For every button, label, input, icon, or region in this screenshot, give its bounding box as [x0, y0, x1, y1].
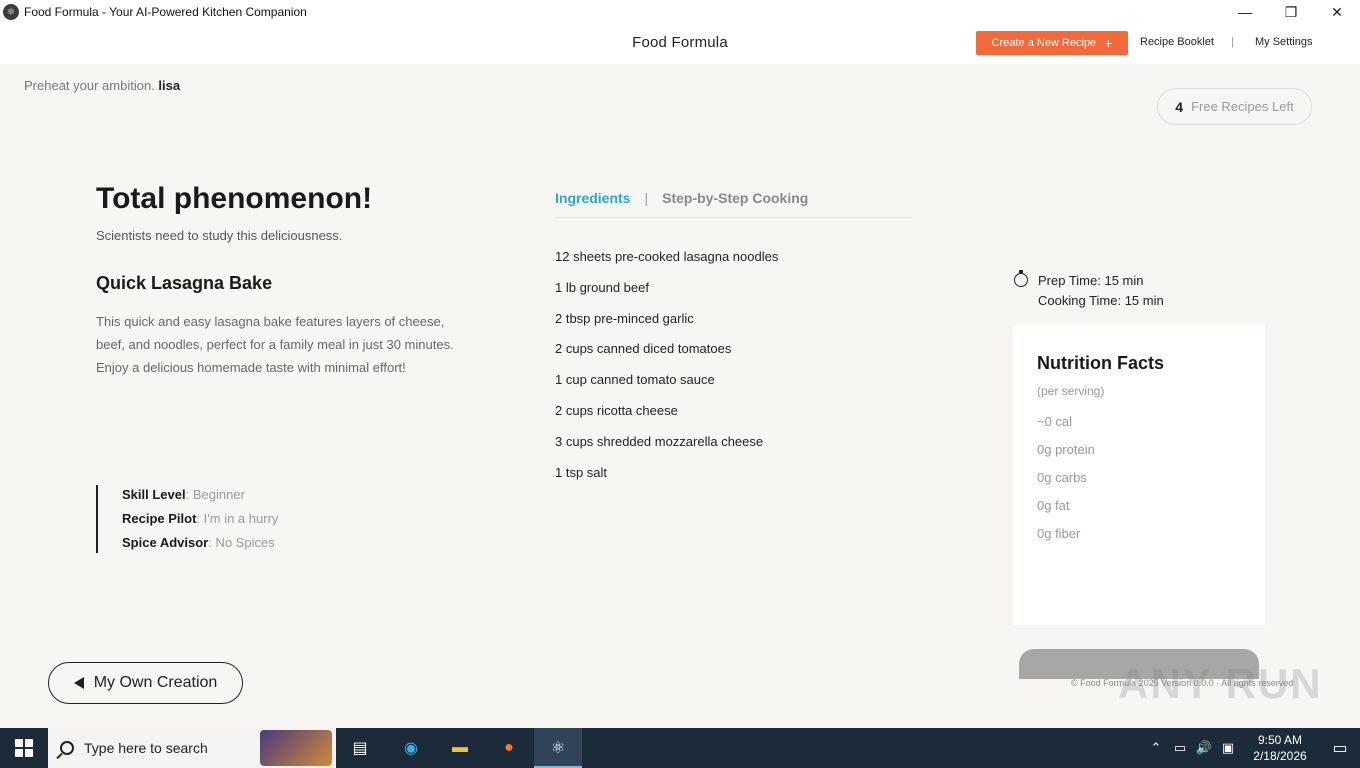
meta-value: Beginner	[192, 487, 245, 502]
search-icon	[60, 741, 74, 755]
result-subline: Scientists need to study this deliciousn…	[96, 228, 343, 243]
list-item: 1 lb ground beef	[555, 279, 649, 295]
recipe-booklet-link[interactable]: Recipe Booklet	[1140, 36, 1214, 48]
meta-value: No Spices	[215, 535, 275, 550]
meta-spice-advisor: Spice Advisor: No Spices	[122, 535, 275, 550]
my-own-creation-button[interactable]: My Own Creation	[48, 662, 243, 704]
network-icon[interactable]: ▣	[1216, 740, 1240, 756]
nav-separator: |	[1231, 36, 1234, 48]
nutrition-list: ~0 cal 0g protein 0g carbs 0g fat 0g fib…	[1037, 414, 1241, 554]
free-recipes-label: Free Recipes Left	[1191, 99, 1294, 114]
my-settings-link[interactable]: My Settings	[1255, 36, 1312, 48]
list-item: 0g carbs	[1037, 470, 1087, 485]
my-own-creation-label: My Own Creation	[93, 674, 218, 691]
system-tray: ⌃ ▭ 🔊 ▣ 9:50 AM 2/18/2026 ▭	[1144, 728, 1360, 768]
list-item: 0g fiber	[1037, 526, 1081, 541]
timer-icon	[1014, 270, 1028, 287]
window-controls: — ❐ ✕	[1222, 0, 1360, 24]
list-item: 1 cup canned tomato sauce	[555, 372, 715, 388]
create-recipe-button[interactable]: Create a New Recipe +	[976, 31, 1128, 55]
greeting-text: Preheat your ambition.	[24, 78, 155, 93]
create-recipe-label: Create a New Recipe	[991, 37, 1097, 49]
recipe-tabs: Ingredients | Step-by-Step Cooking	[555, 190, 912, 218]
tab-ingredients[interactable]: Ingredients	[555, 190, 630, 217]
start-button[interactable]	[0, 728, 48, 768]
list-item: 0g protein	[1037, 442, 1095, 457]
result-headline: Total phenomenon!	[96, 182, 373, 215]
recipe-description: This quick and easy lasagna bake feature…	[96, 314, 454, 375]
clock[interactable]: 9:50 AM 2/18/2026	[1240, 732, 1320, 764]
list-item: 1 tsp salt	[555, 464, 608, 480]
minimize-button[interactable]: —	[1222, 0, 1268, 24]
chevron-up-icon[interactable]: ⌃	[1144, 740, 1168, 756]
prep-time: Prep Time: 15 min	[1038, 272, 1144, 288]
recipe-name: Quick Lasagna Bake	[96, 273, 273, 293]
food-formula-app-icon[interactable]: ⚛	[544, 734, 572, 762]
back-arrow-icon	[73, 677, 84, 689]
nutrition-facts-card: Nutrition Facts (per serving) ~0 cal 0g …	[1013, 325, 1265, 625]
list-item: ~0 cal	[1037, 414, 1073, 429]
clock-date: 2/18/2026	[1253, 749, 1307, 763]
meta-skill-level: Skill Level: Beginner	[122, 487, 245, 502]
meta-value: I'm in a hurry	[203, 511, 279, 526]
meta-recipe-pilot: Recipe Pilot: I'm in a hurry	[122, 511, 279, 526]
cooking-time: Cooking Time: 15 min	[1038, 292, 1164, 308]
maximize-button[interactable]: ❐	[1268, 0, 1314, 24]
firefox-icon[interactable]: ●	[495, 734, 523, 762]
app-icon: ⚛	[3, 4, 19, 20]
close-button[interactable]: ✕	[1314, 0, 1360, 24]
plus-icon: +	[1104, 35, 1113, 51]
nutrition-title: Nutrition Facts	[1037, 353, 1165, 373]
volume-icon[interactable]: 🔊	[1192, 740, 1216, 756]
file-explorer-icon[interactable]: ▬	[446, 734, 474, 762]
search-placeholder: Type here to search	[84, 740, 208, 756]
tab-step-by-step[interactable]: Step-by-Step Cooking	[662, 190, 808, 217]
list-item: 2 tbsp pre-minced garlic	[555, 310, 694, 326]
clock-time: 9:50 AM	[1257, 733, 1303, 747]
watermark-logo: ANY RUN	[1118, 660, 1323, 707]
free-recipes-badge: 4 Free Recipes Left	[1157, 88, 1312, 125]
window-titlebar: ⚛ Food Formula - Your AI-Powered Kitchen…	[0, 0, 1360, 24]
meet-icon[interactable]: ▭	[1168, 740, 1192, 756]
recipe-times: Prep Time: 15 min Cooking Time: 15 min	[1014, 270, 1164, 310]
edge-icon[interactable]: ◉	[397, 734, 425, 762]
meta-key: Recipe Pilot	[122, 511, 197, 526]
recipe-meta: Skill Level: Beginner Recipe Pilot: I'm …	[96, 485, 278, 553]
taskbar: Type here to search ▤ ◉ ▬ ● ⚛ ⌃ ▭ 🔊 ▣ 9:…	[0, 728, 1360, 768]
tab-separator: |	[644, 190, 649, 206]
list-item: 2 cups canned diced tomatoes	[555, 341, 732, 357]
ingredients-list: 12 sheets pre-cooked lasagna noodles 1 l…	[555, 249, 778, 495]
taskbar-search[interactable]: Type here to search	[48, 728, 336, 768]
list-item: 2 cups ricotta cheese	[555, 402, 678, 418]
list-item: 3 cups shredded mozzarella cheese	[555, 433, 764, 449]
user-name: lisa	[158, 78, 181, 93]
meta-key: Skill Level	[122, 487, 186, 502]
free-recipes-count: 4	[1175, 98, 1184, 115]
app-header: Food Formula Create a New Recipe + Recip…	[0, 24, 1360, 64]
list-item: 12 sheets pre-cooked lasagna noodles	[555, 249, 779, 264]
notification-icon[interactable]: ▭	[1320, 738, 1360, 758]
list-item: 0g fat	[1037, 498, 1070, 513]
nutrition-serving: (per serving)	[1037, 384, 1105, 398]
windows-icon	[15, 739, 33, 757]
search-highlight-image	[260, 730, 332, 766]
meta-key: Spice Advisor	[122, 535, 209, 550]
task-view-icon[interactable]: ▤	[346, 734, 374, 762]
greeting: Preheat your ambition. lisa	[24, 78, 180, 93]
window-title: Food Formula - Your AI-Powered Kitchen C…	[24, 5, 307, 19]
